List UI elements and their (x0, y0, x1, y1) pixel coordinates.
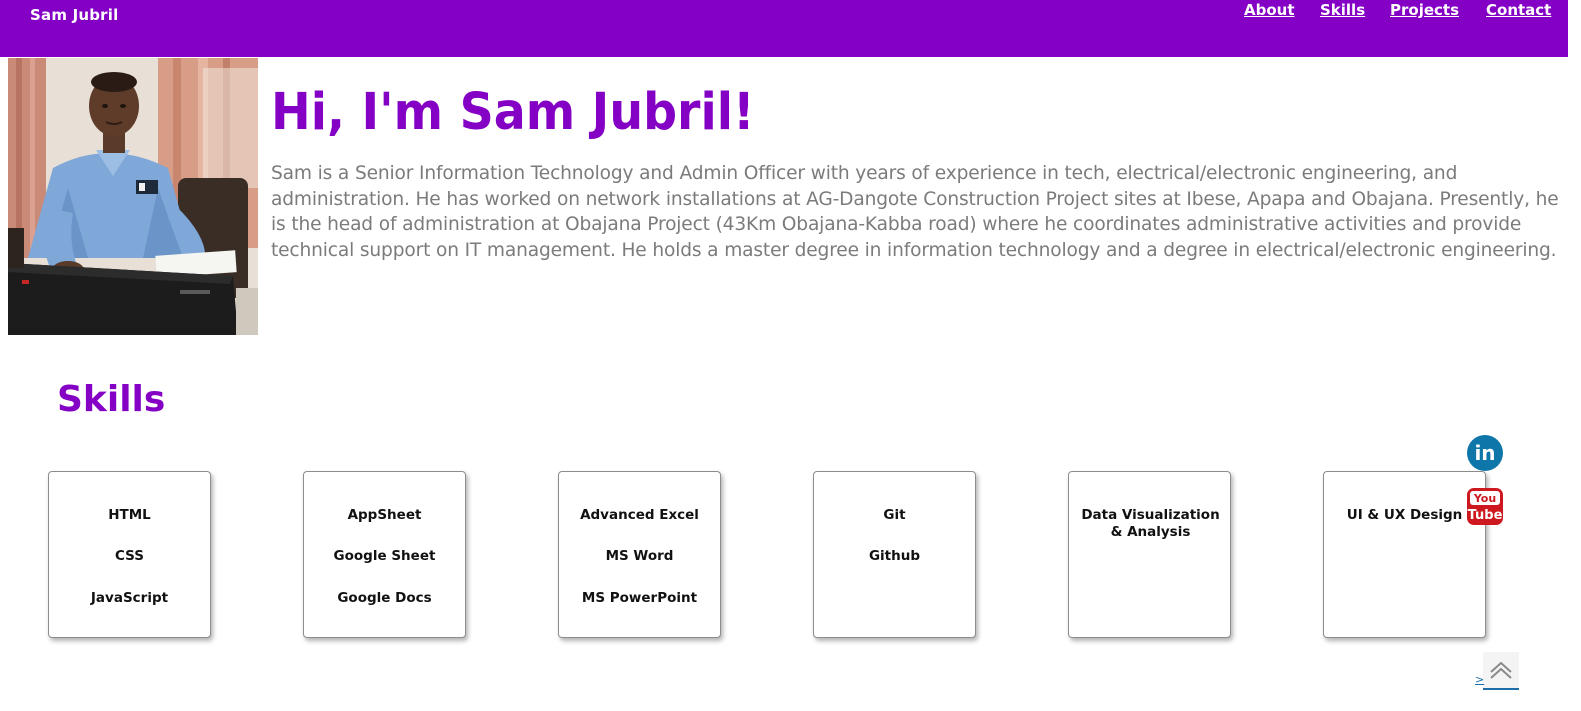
skill-item: Github (868, 548, 921, 564)
skill-item: MS Word (605, 548, 674, 564)
chevron-up-icon (1490, 661, 1512, 679)
skill-card-data: Data Visualization & Analysis (1068, 471, 1231, 638)
skill-item: Google Sheet (333, 548, 436, 564)
skill-item: CSS (115, 548, 144, 564)
skill-card-google: AppSheet Google Sheet Google Docs (303, 471, 466, 638)
skill-card-web: HTML CSS JavaScript (48, 471, 211, 638)
skill-item: Data Visualization & Analysis (1081, 507, 1220, 540)
linkedin-icon[interactable]: in (1467, 435, 1503, 471)
skill-item: Advanced Excel (580, 507, 699, 523)
skill-item: AppSheet (347, 507, 422, 523)
nav-projects[interactable]: Projects (1390, 1, 1459, 19)
back-to-top-link[interactable]: > (1475, 673, 1484, 686)
skill-item: JavaScript (90, 590, 169, 606)
hero-title: Hi, I'm Sam Jubril! (271, 83, 755, 142)
nav-skills[interactable]: Skills (1320, 1, 1365, 19)
youtube-icon[interactable]: You Tube (1467, 488, 1503, 525)
skill-item: UI & UX Design (1346, 507, 1463, 523)
top-navbar: Sam Jubril About Skills Projects Contact (0, 0, 1568, 57)
nav-about[interactable]: About (1244, 1, 1295, 19)
profile-photo (8, 58, 258, 335)
brand-name[interactable]: Sam Jubril (30, 6, 118, 24)
page-scrollbar[interactable] (1568, 0, 1581, 711)
bio-paragraph: Sam is a Senior Information Technology a… (271, 163, 1559, 261)
youtube-icon-text-bottom: Tube (1468, 508, 1503, 523)
skill-item: Google Docs (337, 590, 432, 606)
skill-item: MS PowerPoint (581, 590, 698, 606)
skill-card-git: Git Github (813, 471, 976, 638)
nav-contact[interactable]: Contact (1486, 1, 1551, 19)
skill-card-design: UI & UX Design (1323, 471, 1486, 638)
skills-heading: Skills (57, 379, 166, 420)
skill-item: Git (883, 507, 906, 523)
back-to-top-button[interactable] (1483, 652, 1519, 690)
skill-item: HTML (108, 507, 151, 523)
linkedin-icon-text: in (1474, 441, 1495, 465)
youtube-icon-text-top: You (1473, 492, 1496, 505)
skill-card-office: Advanced Excel MS Word MS PowerPoint (558, 471, 721, 638)
